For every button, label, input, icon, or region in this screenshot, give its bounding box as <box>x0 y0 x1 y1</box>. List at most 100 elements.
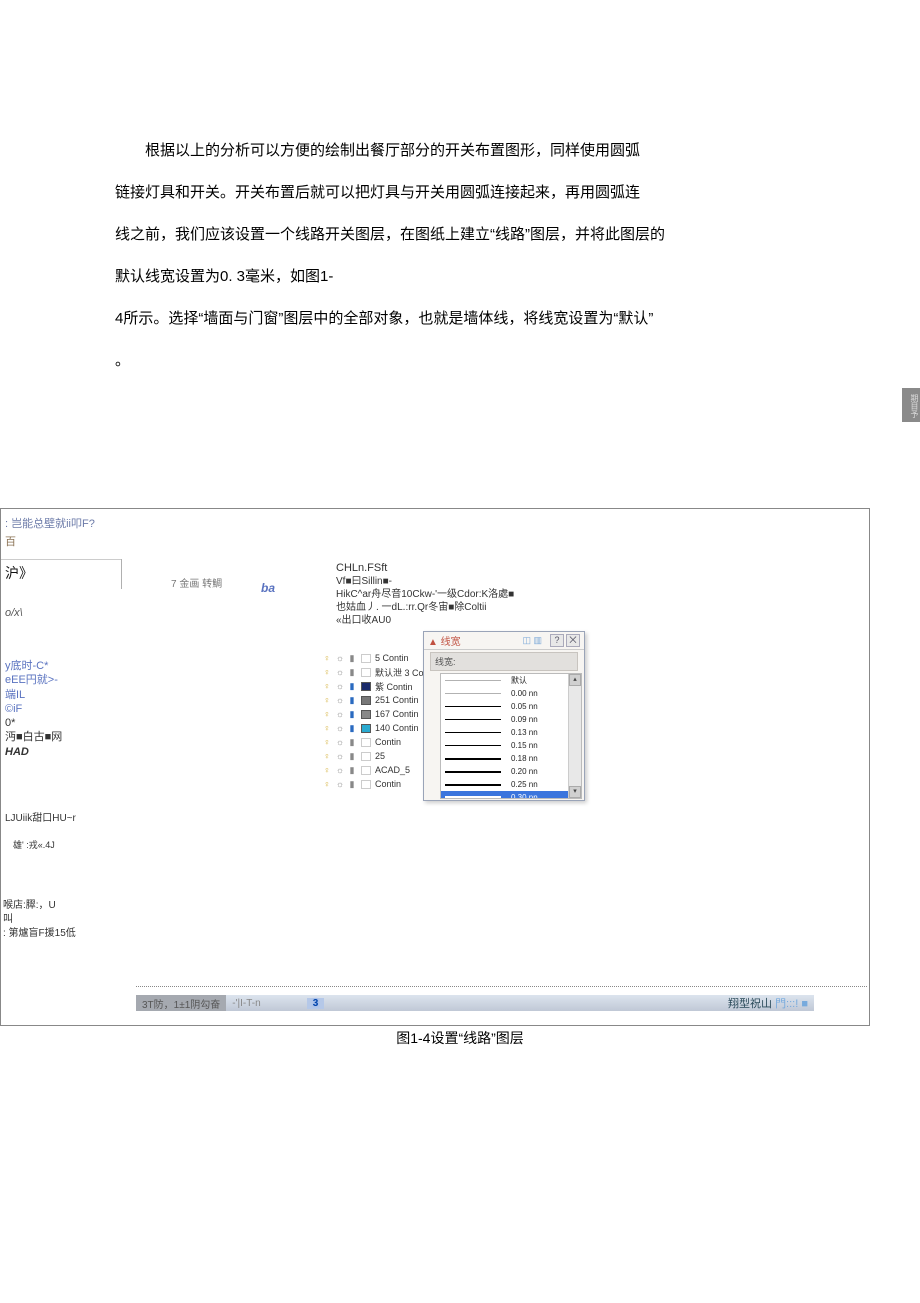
lineweight-list[interactable]: ▴ ▾ 默认 0.00 nn 0.05 nn0.09 nn 0.13 nn 0.15 n… <box>440 673 582 799</box>
scrollbar[interactable]: ▴ ▾ <box>568 674 581 798</box>
lineweight-preview <box>445 758 501 760</box>
lock-icon[interactable]: ▮ <box>347 751 357 762</box>
layer-row[interactable]: ♀☼▮167 Contin <box>321 707 438 721</box>
panel-text: 端IL <box>5 688 121 702</box>
panel-text: ©iF <box>5 702 121 716</box>
sun-icon[interactable]: ☼ <box>333 667 347 677</box>
color-swatch[interactable] <box>361 780 371 789</box>
lineweight-option[interactable]: 0.13 nn <box>441 726 581 739</box>
status-page: 3 <box>307 998 325 1009</box>
header-line: : 岂能总壁就ii叩F? <box>5 515 865 531</box>
sun-icon[interactable]: ☼ <box>333 723 347 733</box>
footer-text: 叫 <box>3 913 76 927</box>
tool-icons: 7 金画 转鯛 <box>171 579 222 590</box>
lineweight-label: 0.18 nn <box>511 754 538 763</box>
status-text: 門:::! ■ <box>775 998 808 1010</box>
lineweight-preview <box>445 745 501 746</box>
lightbulb-icon[interactable]: ♀ <box>321 779 333 789</box>
scroll-down-icon[interactable]: ▾ <box>569 786 581 798</box>
lineweight-option[interactable]: 0.15 nn <box>441 739 581 752</box>
panel-text: 0* <box>5 716 121 730</box>
lock-icon[interactable]: ▮ <box>347 709 357 720</box>
scroll-up-icon[interactable]: ▴ <box>569 674 581 686</box>
lineweight-option[interactable]: 0.20 nn <box>441 765 581 778</box>
lock-icon[interactable]: ▮ <box>347 779 357 790</box>
layer-row[interactable]: ♀☼▮ Contin <box>321 735 438 749</box>
color-swatch[interactable] <box>361 738 371 747</box>
lightbulb-icon[interactable]: ♀ <box>321 751 333 761</box>
lineweight-preview <box>445 771 501 773</box>
lock-icon[interactable]: ▮ <box>347 695 357 706</box>
close-button[interactable]: ⨉ <box>566 634 580 647</box>
color-swatch[interactable] <box>361 766 371 775</box>
color-swatch[interactable] <box>361 682 371 691</box>
layer-row[interactable]: ♀☼▮默认泄 3 Contin <box>321 665 438 679</box>
side-tab: 期目予 <box>902 388 920 422</box>
popup-subtitle: 线宽: <box>430 652 578 671</box>
lightbulb-icon[interactable]: ♀ <box>321 737 333 747</box>
layer-row[interactable]: ♀☼▮紫 Contin <box>321 679 438 693</box>
layer-row[interactable]: ♀☼▮140 Contin <box>321 721 438 735</box>
window-header: : 岂能总壁就ii叩F? 百 <box>1 509 869 551</box>
lightbulb-icon[interactable]: ♀ <box>321 653 333 663</box>
lineweight-label: 0.00 nn <box>511 689 538 698</box>
layer-row[interactable]: ♀☼▮5 Contin <box>321 651 438 665</box>
color-swatch[interactable] <box>361 752 371 761</box>
status-right: 翔型祝山 門:::! ■ <box>728 995 808 1011</box>
lineweight-option[interactable]: 0.18 nn <box>441 752 581 765</box>
lightbulb-icon[interactable]: ♀ <box>321 695 333 705</box>
info-line: Vf■曰Sillin■- <box>336 575 514 588</box>
lineweight-option[interactable]: 0.00 nn <box>441 687 581 700</box>
sun-icon[interactable]: ☼ <box>333 751 347 761</box>
layer-row[interactable]: ♀☼▮ 25 <box>321 749 438 763</box>
sun-icon[interactable]: ☼ <box>333 653 347 663</box>
lineweight-option[interactable]: 0.25 nn <box>441 778 581 791</box>
sun-icon[interactable]: ☼ <box>333 695 347 705</box>
paragraph: 链接灯具和开关。开关布置后就可以把灯具与开关用圆弧连接起来，再用圆弧连 <box>115 172 805 214</box>
lightbulb-icon[interactable]: ♀ <box>321 723 333 733</box>
help-button[interactable]: ? <box>550 634 564 647</box>
sun-icon[interactable]: ☼ <box>333 737 347 747</box>
layer-row[interactable]: ♀☼▮ Contin <box>321 777 438 791</box>
lineweight-preview <box>445 796 501 799</box>
color-swatch[interactable] <box>361 724 371 733</box>
lineweight-label: 0.25 nn <box>511 780 538 789</box>
layer-row[interactable]: ♀☼▮251 Contin <box>321 693 438 707</box>
panel-text: 雄' :戎«.4J <box>5 838 121 851</box>
lock-icon[interactable]: ▮ <box>347 723 357 734</box>
left-panel: 沪》 o/x\ y底时-C* eEE円就>- 端IL ©iF 0* 沔■白古■网… <box>1 559 121 851</box>
color-swatch[interactable] <box>361 668 371 677</box>
panel-text: eEE円就>- <box>5 673 121 687</box>
lineweight-label: 默认 <box>511 675 527 686</box>
layer-row[interactable]: ♀☼▮ACAD_5 <box>321 763 438 777</box>
lock-icon[interactable]: ▮ <box>347 737 357 748</box>
lightbulb-icon[interactable]: ♀ <box>321 765 333 775</box>
color-swatch[interactable] <box>361 710 371 719</box>
info-title: CHLn.FSft <box>336 561 514 575</box>
color-swatch[interactable] <box>361 696 371 705</box>
lightbulb-icon[interactable]: ♀ <box>321 667 333 677</box>
body-text: 根据以上的分析可以方便的绘制出餐厅部分的开关布置图形，同样使用圆弧 链接灯具和开… <box>0 0 920 382</box>
panel-text: LJUiik甜口HU~r <box>5 809 121 824</box>
paragraph: 线之前，我们应该设置一个线路开关图层，在图纸上建立“线路”图层，并将此图层的 <box>115 214 805 256</box>
lineweight-option[interactable]: 0.30 nn <box>441 791 581 799</box>
info-line: HikC^ar舟尽音10Ckw-'一级Cdor:K洛處■ <box>336 588 514 601</box>
status-segment: -'|I-T-n <box>226 998 266 1009</box>
lock-icon[interactable]: ▮ <box>347 681 357 692</box>
lineweight-option[interactable]: 默认 <box>441 674 581 687</box>
sun-icon[interactable]: ☼ <box>333 779 347 789</box>
sun-icon[interactable]: ☼ <box>333 765 347 775</box>
sun-icon[interactable]: ☼ <box>333 681 347 691</box>
lineweight-option[interactable]: 0.05 nn <box>441 700 581 713</box>
lock-icon[interactable]: ▮ <box>347 667 357 678</box>
lightbulb-icon[interactable]: ♀ <box>321 709 333 719</box>
lineweight-label: 0.13 nn <box>511 728 538 737</box>
layer-list[interactable]: ♀☼▮5 Contin♀☼▮默认泄 3 Contin♀☼▮紫 Contin♀☼▮… <box>321 651 438 791</box>
lineweight-option[interactable]: 0.09 nn <box>441 713 581 726</box>
lightbulb-icon[interactable]: ♀ <box>321 681 333 691</box>
color-swatch[interactable] <box>361 654 371 663</box>
lock-icon[interactable]: ▮ <box>347 653 357 664</box>
footer-text: 喉店:臎:，U <box>3 899 76 913</box>
lock-icon[interactable]: ▮ <box>347 765 357 776</box>
sun-icon[interactable]: ☼ <box>333 709 347 719</box>
